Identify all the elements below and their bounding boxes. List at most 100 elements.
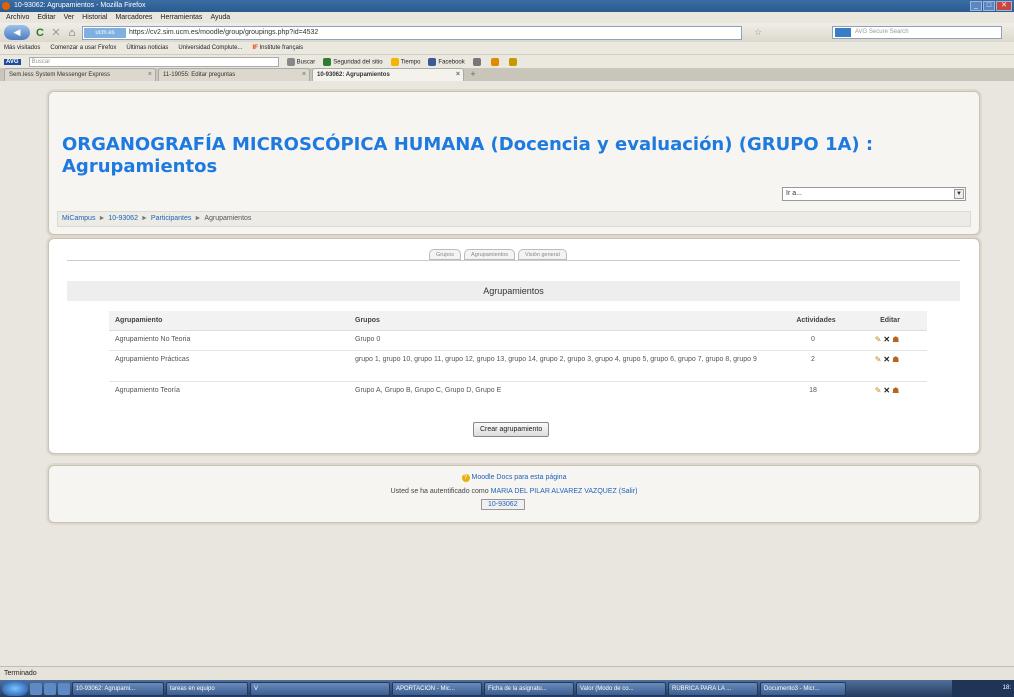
table-heading: Agrupamientos: [67, 281, 960, 301]
start-button[interactable]: [2, 681, 28, 696]
taskbar-item-valor[interactable]: Valor (Modo de co...: [576, 681, 666, 696]
close-button[interactable]: ✕: [996, 1, 1012, 11]
login-info: Usted se ha autentificado como MARIA DEL…: [49, 488, 979, 495]
grouping-name: Agrupamiento No Teoria: [109, 329, 349, 350]
menu-ayuda[interactable]: Ayuda: [210, 12, 230, 23]
bookmark-star-icon[interactable]: ☆: [754, 27, 762, 38]
groups-icon[interactable]: ☗: [892, 335, 899, 345]
browser-tab-active[interactable]: 10-93062: Agrupamientos ×: [312, 68, 464, 81]
bookmark-latest-news[interactable]: Últimas noticias: [126, 42, 168, 54]
table-row: Agrupamiento Teoría Grupo A, Grupo B, Gr…: [109, 380, 927, 401]
tab-label: 11-19055: Editar preguntas: [163, 72, 236, 78]
bookmark-getting-started[interactable]: Comenzar a usar Firefox: [50, 42, 116, 54]
jump-to-select[interactable]: Ir a... ▼: [782, 187, 966, 201]
menu-herramientas[interactable]: Herramientas: [160, 12, 202, 23]
avg-weather-label: Tiempo: [400, 59, 421, 66]
table-row: Agrupamiento Prácticas grupo 1, grupo 10…: [109, 349, 927, 381]
tabs-divider: [67, 260, 960, 261]
breadcrumb-participants[interactable]: Participantes: [151, 215, 191, 222]
login-prefix: Usted se ha autentificado como: [390, 488, 489, 495]
moodle-docs-link[interactable]: ? Moodle Docs para esta página: [49, 474, 979, 482]
help-icon[interactable]: [490, 57, 499, 66]
group-tabs: Grupos Agrupamientos Visión general: [429, 249, 567, 260]
taskbar-item-aportacion[interactable]: APORTACION - Mic...: [392, 681, 482, 696]
grouping-groups: grupo 1, grupo 10, grupo 11, grupo 12, g…: [349, 349, 779, 381]
tab-agrupamientos[interactable]: Agrupamientos: [464, 249, 516, 260]
maximize-button[interactable]: □: [983, 1, 995, 11]
groups-icon[interactable]: ☗: [892, 355, 899, 365]
tab-close-icon[interactable]: ×: [302, 69, 306, 81]
course-home-link[interactable]: 10-93062: [481, 499, 525, 510]
browser-tab[interactable]: 11-19055: Editar preguntas ×: [158, 68, 310, 81]
user-name-link[interactable]: MARIA DEL PILAR ALVAREZ VAZQUEZ: [491, 488, 617, 495]
tab-grupos[interactable]: Grupos: [429, 249, 462, 260]
table-header-row: Agrupamiento Grupos Actividades Editar: [109, 311, 927, 331]
avg-search-input[interactable]: Buscar: [28, 56, 279, 67]
groupings-panel: Grupos Agrupamientos Visión general Agru…: [48, 238, 980, 454]
avg-site-safety[interactable]: Seguridad del sitio: [323, 57, 383, 66]
new-tab-button[interactable]: +: [466, 68, 480, 81]
grouping-groups: Grupo A, Grupo B, Grupo C, Grupo D, Grup…: [349, 380, 779, 401]
menu-editar[interactable]: Editar: [37, 12, 55, 23]
grouping-activities: 18: [779, 380, 853, 401]
grid-icon[interactable]: [472, 57, 481, 66]
reload-icon[interactable]: C: [34, 27, 46, 39]
site-identity-badge[interactable]: ucm.es: [84, 27, 126, 38]
edit-icon[interactable]: ✎: [875, 335, 882, 345]
edit-icon[interactable]: ✎: [875, 386, 882, 396]
taskbar-item-folder[interactable]: tareas en equipo: [166, 681, 248, 696]
header-edit: Editar: [853, 311, 927, 331]
system-tray-clock[interactable]: 18:: [952, 680, 1014, 697]
window-titlebar: 10-93062: Agrupamientos - Mozilla Firefo…: [0, 0, 1014, 12]
breadcrumb-current: Agrupamientos: [204, 215, 252, 222]
jump-to-value: Ir a...: [786, 190, 802, 197]
bookmark-ucm[interactable]: Universidad Complute...: [178, 42, 242, 54]
delete-icon[interactable]: ✕: [883, 386, 890, 396]
search-bar[interactable]: AVG Secure Search: [832, 26, 1002, 39]
logout-link[interactable]: (Salir): [619, 488, 638, 495]
menu-ver[interactable]: Ver: [64, 12, 75, 23]
tab-vision-general[interactable]: Visión general: [518, 249, 567, 260]
groups-icon[interactable]: ☗: [892, 386, 899, 396]
menu-historial[interactable]: Historial: [82, 12, 107, 23]
quick-launch-icon[interactable]: [58, 682, 70, 695]
edit-icons: ✎ ✕ ☗: [875, 355, 900, 365]
stop-icon[interactable]: ✕: [50, 26, 62, 39]
tab-close-icon[interactable]: ×: [148, 69, 152, 81]
back-button[interactable]: ◀: [4, 25, 30, 40]
header-grouping: Agrupamiento: [109, 311, 349, 331]
taskbar-item-documento[interactable]: Documento3 - Micr...: [760, 681, 846, 696]
tab-close-icon[interactable]: ×: [456, 69, 460, 81]
taskbar-item-v[interactable]: V: [250, 681, 390, 696]
help-icon: ?: [461, 474, 470, 482]
avg-search-button[interactable]: Buscar: [286, 57, 315, 66]
delete-icon[interactable]: ✕: [883, 335, 890, 345]
grouping-groups: Grupo 0: [349, 329, 779, 350]
chevron-down-icon[interactable]: ▼: [954, 189, 964, 199]
table-row: Agrupamiento No Teoria Grupo 0 0 ✎ ✕ ☗: [109, 329, 927, 350]
taskbar-item-rubrica[interactable]: RUBRICA PARA LA ...: [668, 681, 758, 696]
taskbar-item-firefox[interactable]: 10-93062: Agrupami...: [72, 681, 164, 696]
bookmark-institute[interactable]: IF Institute français: [252, 42, 303, 54]
create-grouping-button[interactable]: Crear agrupamiento: [473, 422, 550, 437]
avg-weather[interactable]: Tiempo: [390, 57, 421, 66]
avg-facebook[interactable]: Facebook: [428, 57, 465, 66]
bookmark-most-visited[interactable]: Más visitados: [4, 42, 40, 54]
breadcrumb-course[interactable]: 10-93062: [108, 215, 138, 222]
avg-logo: AVG: [4, 58, 21, 65]
menu-marcadores[interactable]: Marcadores: [115, 12, 152, 23]
navigation-toolbar: ◀ C ✕ ⌂ ucm.es https://cv2.sim.ucm.es/mo…: [0, 23, 1014, 42]
quick-launch-icon[interactable]: [30, 682, 42, 695]
taskbar-item-ficha[interactable]: Ficha de la asignatu...: [484, 681, 574, 696]
edit-icon[interactable]: ✎: [875, 355, 882, 365]
quick-launch-icon[interactable]: [44, 682, 56, 695]
browser-tab[interactable]: Sem.less System Messenger Express ×: [4, 68, 156, 81]
delete-icon[interactable]: ✕: [883, 355, 890, 365]
minimize-button[interactable]: _: [970, 1, 982, 11]
menu-archivo[interactable]: Archivo: [6, 12, 29, 23]
settings-icon[interactable]: [508, 57, 517, 66]
home-icon[interactable]: ⌂: [66, 27, 78, 39]
url-bar[interactable]: ucm.es https://cv2.sim.ucm.es/moodle/gro…: [82, 25, 742, 40]
search-engine-icon[interactable]: [835, 28, 851, 37]
breadcrumb-micampus[interactable]: MiCampus: [62, 215, 95, 222]
